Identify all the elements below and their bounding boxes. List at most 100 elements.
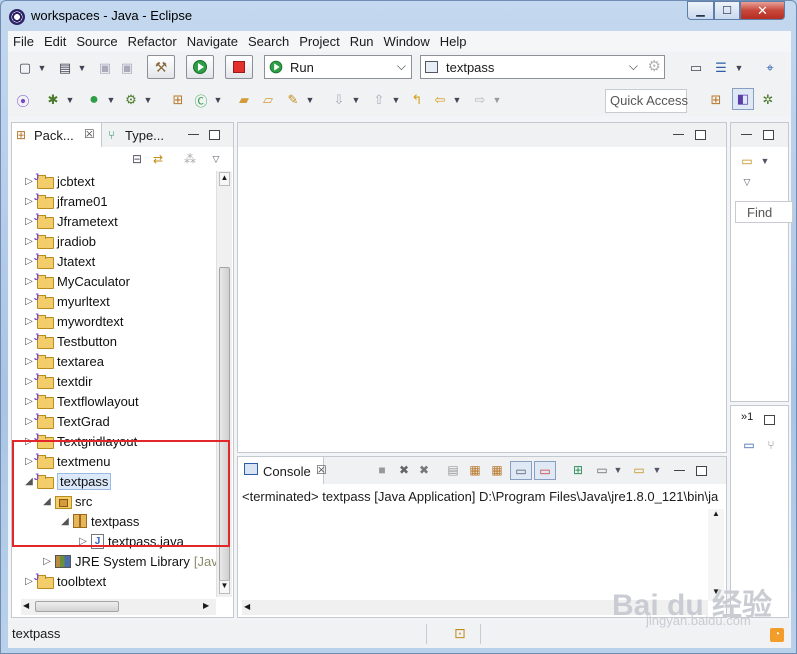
maximize-editor-icon[interactable] (695, 130, 706, 140)
scroll-lock-icon[interactable]: ▦ (467, 463, 483, 477)
menu-edit[interactable]: Edit (39, 34, 71, 49)
tree-row[interactable]: ◢ Jtextpass (21, 471, 219, 491)
clear-console-icon[interactable]: ▤ (445, 463, 461, 477)
menu-window[interactable]: Window (379, 34, 435, 49)
debug-dropdown-icon[interactable]: ▼ (60, 90, 80, 110)
close-window-button[interactable]: ✕ (740, 1, 785, 20)
remove-launch-icon[interactable]: ✖ (396, 463, 412, 477)
new-task-icon[interactable]: ▭ (739, 154, 755, 168)
hierarchy-view-icon[interactable]: ⑂ (763, 438, 779, 452)
display-console-icon[interactable]: ▭ (594, 463, 610, 477)
progress-icon[interactable]: ⊡ (454, 625, 466, 642)
show-on-stderr-icon[interactable]: ▭ (534, 461, 556, 480)
tree-row[interactable]: ▷ Jmywordtext (21, 311, 219, 331)
open-type-icon[interactable]: ▰ (234, 90, 254, 110)
quick-access-input[interactable]: Quick Access (605, 89, 688, 113)
menu-search[interactable]: Search (243, 34, 294, 49)
new-dropdown-icon[interactable]: ▼ (32, 58, 52, 78)
find-input[interactable]: Find (735, 201, 793, 223)
run-as-dropdown-icon[interactable]: ▼ (101, 90, 121, 110)
pin-console-icon[interactable]: ⊞ (570, 463, 586, 477)
open-perspective-icon[interactable]: ⊞ (706, 90, 726, 110)
next-annotation-dropdown-icon[interactable]: ▼ (346, 90, 366, 110)
maximize-console-icon[interactable] (696, 466, 707, 476)
tree-row[interactable]: ▷ JRE System Library[Java (21, 551, 219, 571)
more-views-badge[interactable]: »1 (741, 411, 753, 423)
launch-target-combo[interactable]: textpass ⌵ ⚙ (420, 55, 665, 79)
tree-row[interactable]: ▷ Jmyurltext (21, 291, 219, 311)
tree-row[interactable]: ◢ textpass (21, 511, 219, 531)
display-console-dropdown-icon[interactable]: ▼ (610, 463, 626, 477)
new-class-dropdown-icon[interactable]: ▼ (208, 90, 228, 110)
new-package-dropdown-icon[interactable]: ▼ (72, 58, 92, 78)
monitor-icon[interactable]: ▭ (686, 58, 706, 78)
open-console-icon[interactable]: ▭ (631, 463, 647, 477)
tree-row[interactable]: ▷ Jtoolbtext (21, 571, 219, 591)
menu-help[interactable]: Help (435, 34, 472, 49)
run-button[interactable] (186, 55, 214, 79)
collapsed-twisty-icon[interactable]: ▷ (41, 556, 53, 567)
tree-row[interactable]: ▷ Jjcbtext (21, 171, 219, 191)
close-tab-icon[interactable]: ☒ (316, 463, 327, 477)
minimize-editor-icon[interactable] (673, 134, 684, 137)
menu-project[interactable]: Project (294, 34, 344, 49)
tree-row[interactable]: ▷ Jtextarea (21, 351, 219, 371)
java-perspective-icon[interactable]: ◧ (732, 88, 754, 110)
tree-row[interactable]: ▷ J TextGrad (21, 411, 219, 431)
tree-row[interactable]: ▷ J Textgridlayout (21, 431, 219, 451)
task-dropdown-icon[interactable]: ▼ (757, 154, 773, 168)
scroll-left-arrow-icon[interactable]: ◀ (244, 602, 250, 611)
link-with-editor-icon[interactable]: ⇄ (150, 152, 166, 166)
menu-file[interactable]: File (8, 34, 39, 49)
prev-annotation-dropdown-icon[interactable]: ▼ (386, 90, 406, 110)
editor-area[interactable] (237, 122, 727, 453)
forward-dropdown-icon[interactable]: ▼ (487, 90, 507, 110)
run-config-combo[interactable]: Run ⌵ (264, 55, 412, 79)
toggle-list-icon[interactable]: ☰ (711, 58, 731, 78)
restore-stack-icon[interactable] (764, 415, 775, 425)
menu-run[interactable]: Run (345, 34, 379, 49)
focus-icon[interactable]: ⁂ (182, 152, 198, 166)
open-console-dropdown-icon[interactable]: ▼ (649, 463, 665, 477)
console-output[interactable]: <terminated> textpass [Java Application]… (242, 489, 720, 504)
tree-horizontal-scrollbar[interactable]: ◀ ▶ (21, 599, 216, 615)
tab-type-hierarchy[interactable]: Type... (125, 128, 164, 143)
scroll-right-arrow-icon[interactable]: ▶ (203, 601, 209, 610)
build-hammer-button[interactable]: ⚒ (147, 55, 175, 79)
last-edit-icon[interactable]: ↰ (407, 90, 427, 110)
tree-row[interactable]: ▷ Jjframe01 (21, 191, 219, 211)
menu-refactor[interactable]: Refactor (123, 34, 182, 49)
collapsed-twisty-icon[interactable]: ▷ (77, 536, 89, 547)
tree-row[interactable]: ▷ Jtextpass.java (21, 531, 219, 551)
tree-row[interactable]: ▷ J MyCaculator (21, 271, 219, 291)
terminate-button[interactable] (225, 55, 253, 79)
menu-navigate[interactable]: Navigate (182, 34, 243, 49)
console-view-icon[interactable]: ▭ (741, 438, 757, 452)
maximize-window-button[interactable]: ☐ (714, 1, 740, 20)
minimize-outline-icon[interactable] (741, 134, 752, 137)
remove-all-launches-icon[interactable]: ✖ (416, 463, 432, 477)
tree-row[interactable]: ▷ Jtextmenu (21, 451, 219, 471)
coverage-dropdown-icon[interactable]: ▼ (138, 90, 158, 110)
maximize-outline-icon[interactable] (763, 130, 774, 140)
minimize-console-icon[interactable] (674, 470, 685, 473)
scroll-up-arrow-icon[interactable]: ▲ (219, 172, 230, 186)
expanded-twisty-icon[interactable]: ◢ (59, 516, 71, 527)
tree-row[interactable]: ▷ J Jframetext (21, 211, 219, 231)
maximize-view-icon[interactable] (209, 130, 220, 140)
scroll-up-arrow-icon[interactable]: ▲ (712, 509, 720, 518)
scroll-down-arrow-icon[interactable]: ▼ (219, 580, 230, 594)
minimize-window-button[interactable]: ▁ (687, 1, 714, 20)
save-all-icon[interactable]: ▣ (117, 58, 137, 78)
scroll-thumb[interactable] (219, 267, 230, 589)
back-dropdown-icon[interactable]: ▼ (447, 90, 467, 110)
collapse-all-icon[interactable]: ⊟ (129, 152, 145, 166)
close-tab-icon[interactable]: ☒ (84, 127, 95, 141)
tree-vertical-scrollbar[interactable]: ▲ ▼ (216, 171, 232, 597)
terminate-icon[interactable]: ■ (374, 463, 390, 477)
search-dropdown-icon[interactable]: ▼ (300, 90, 320, 110)
word-wrap-icon[interactable]: ▦ (489, 463, 505, 477)
minimize-view-icon[interactable] (188, 134, 199, 137)
save-icon[interactable]: ▣ (95, 58, 115, 78)
expanded-twisty-icon[interactable]: ◢ (41, 496, 53, 507)
